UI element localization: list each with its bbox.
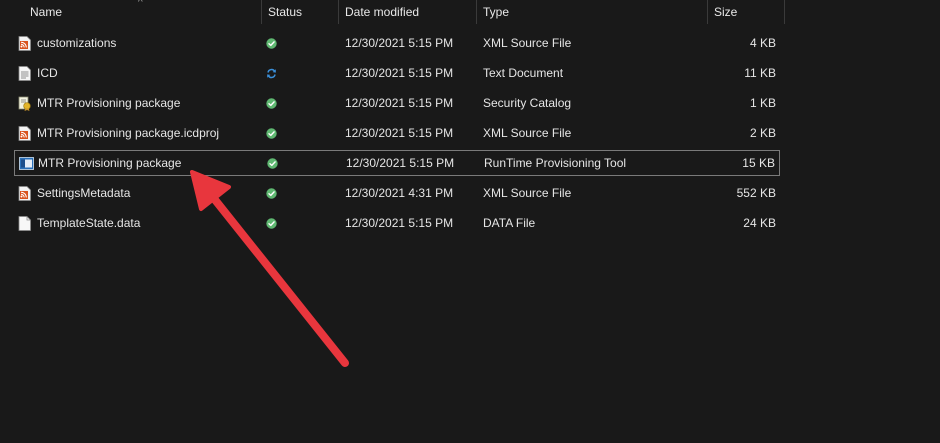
synced-check-icon: [266, 30, 280, 56]
file-size: 11 KB: [744, 66, 776, 80]
column-header-row: ^ Name Status Date modified Type Size: [0, 0, 940, 24]
synced-check-icon: [266, 120, 280, 146]
file-size: 15 KB: [742, 156, 775, 170]
file-name: TemplateState.data: [37, 216, 141, 230]
file-name: customizations: [37, 36, 117, 50]
provisioning-package-icon: [19, 150, 35, 176]
file-name: SettingsMetadata: [37, 186, 131, 200]
file-date-modified: 12/30/2021 5:15 PM: [345, 126, 454, 140]
file-date-modified: 12/30/2021 5:15 PM: [345, 36, 454, 50]
column-divider[interactable]: [476, 0, 477, 24]
file-row[interactable]: SettingsMetadata 12/30/2021 4:31 PM XML So…: [14, 180, 780, 206]
column-header-status[interactable]: Status: [263, 0, 338, 24]
xml-file-icon: [18, 180, 34, 206]
file-row[interactable]: MTR Provisioning package.icdproj 12/30/20…: [14, 120, 780, 146]
file-row-selected[interactable]: MTR Provisioning package 12/30/2021 5:15 …: [14, 150, 780, 176]
blank-file-icon: [18, 210, 34, 236]
file-size: 552 KB: [736, 186, 776, 200]
file-type: XML Source File: [483, 186, 572, 200]
file-size: 2 KB: [749, 126, 776, 140]
file-row[interactable]: customizations 12/30/2021 5:15 PM XML Sour…: [14, 30, 780, 56]
synced-check-icon: [267, 150, 281, 176]
file-size: 24 KB: [743, 216, 776, 230]
file-date-modified: 12/30/2021 4:31 PM: [345, 186, 454, 200]
file-date-modified: 12/30/2021 5:15 PM: [345, 216, 454, 230]
file-type: XML Source File: [483, 36, 572, 50]
file-size: 1 KB: [749, 96, 776, 110]
file-row[interactable]: TemplateState.data 12/30/2021 5:15 PM DATA…: [14, 210, 780, 236]
file-name: ICD: [37, 66, 58, 80]
xml-file-icon: [18, 120, 34, 146]
column-divider[interactable]: [261, 0, 262, 24]
file-explorer-window: ^ Name Status Date modified Type Size cu…: [0, 0, 940, 443]
file-type: Text Document: [483, 66, 564, 80]
file-name: MTR Provisioning package: [37, 96, 181, 110]
column-header-type[interactable]: Type: [478, 0, 706, 24]
file-size: 4 KB: [749, 36, 776, 50]
file-row[interactable]: MTR Provisioning package 12/30/2021 5:15 …: [14, 90, 780, 116]
xml-file-icon: [18, 30, 34, 56]
file-type: DATA File: [483, 216, 536, 230]
synced-check-icon: [266, 210, 280, 236]
file-date-modified: 12/30/2021 5:15 PM: [346, 156, 455, 170]
sync-pending-icon: [266, 60, 280, 86]
file-date-modified: 12/30/2021 5:15 PM: [345, 96, 454, 110]
column-divider[interactable]: [338, 0, 339, 24]
text-file-icon: [18, 60, 34, 86]
synced-check-icon: [266, 90, 280, 116]
file-name: MTR Provisioning package.icdproj: [37, 126, 220, 140]
file-date-modified: 12/30/2021 5:15 PM: [345, 66, 454, 80]
file-type: XML Source File: [483, 126, 572, 140]
file-name: MTR Provisioning package: [38, 156, 182, 170]
security-catalog-icon: [18, 90, 34, 116]
column-header-date-modified[interactable]: Date modified: [340, 0, 476, 24]
column-header-name[interactable]: Name: [25, 0, 260, 24]
column-divider[interactable]: [707, 0, 708, 24]
column-header-size[interactable]: Size: [709, 0, 784, 24]
file-row[interactable]: ICD 12/30/2021 5:15 PM Text Document 11 KB: [14, 60, 780, 86]
column-divider[interactable]: [784, 0, 785, 24]
file-type: Security Catalog: [483, 96, 572, 110]
file-type: RunTime Provisioning Tool: [484, 156, 627, 170]
synced-check-icon: [266, 180, 280, 206]
